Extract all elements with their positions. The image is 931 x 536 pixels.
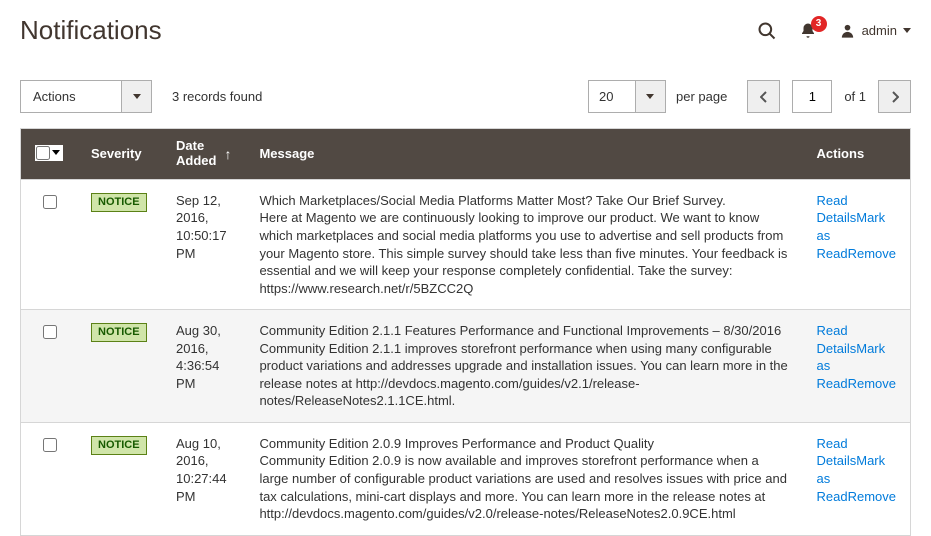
table-row: NOTICEAug 10, 2016, 10:27:44 PMCommunity… <box>21 422 911 535</box>
mass-actions-select[interactable]: Actions <box>20 80 152 113</box>
header-actions: 3 admin <box>757 21 911 41</box>
row-actions-cell: Read DetailsMark as ReadRemove <box>803 310 911 423</box>
page-size-control: 20 per page <box>588 80 727 113</box>
column-header-severity[interactable]: Severity <box>77 129 162 180</box>
table-row: NOTICE Sep 12, 2016, 10:50:17 PM Which Mar… <box>21 179 911 309</box>
chevron-right-icon <box>891 91 899 103</box>
pager: of 1 <box>747 80 911 113</box>
date-added-cell: Sep 12, 2016, 10:50:17 PM <box>162 179 245 309</box>
records-found-label: 3 records found <box>172 89 262 104</box>
column-header-actions: Actions <box>803 129 911 180</box>
read-details-link[interactable]: Read Details <box>817 323 857 356</box>
remove-link[interactable]: Remove <box>848 376 896 391</box>
read-details-link[interactable]: Read Details <box>817 436 857 469</box>
mass-actions-label: Actions <box>21 81 121 112</box>
mass-actions-dropdown-arrow <box>121 81 151 112</box>
select-all-dropdown-icon <box>52 150 60 155</box>
message-cell: Community Edition 2.0.9 Improves Perform… <box>245 422 802 535</box>
table-row: NOTICEAug 30, 2016, 4:36:54 PMCommunity … <box>21 310 911 423</box>
column-header-date-added[interactable]: Date Added ↑ <box>162 129 245 180</box>
row-select-cell <box>21 179 78 309</box>
prev-page-button[interactable] <box>747 80 780 113</box>
severity-badge: NOTICE <box>91 436 147 455</box>
message-cell: Which Marketplaces/Social Media Platform… <box>245 179 802 309</box>
search-icon <box>757 21 777 41</box>
page-header: Notifications 3 admin <box>0 0 931 52</box>
notifications-table: Severity Date Added ↑ Message Actions NO… <box>20 128 911 536</box>
current-page-input[interactable] <box>792 80 832 113</box>
remove-link[interactable]: Remove <box>848 489 896 504</box>
column-header-message[interactable]: Message <box>245 129 802 180</box>
caret-down-icon <box>133 94 141 99</box>
message-cell: Community Edition 2.1.1 Features Perform… <box>245 310 802 423</box>
column-header-select[interactable] <box>21 129 78 180</box>
page-size-dropdown-arrow <box>635 81 665 112</box>
date-added-cell: Aug 10, 2016, 10:27:44 PM <box>162 422 245 535</box>
row-select-cell <box>21 310 78 423</box>
severity-cell: NOTICE <box>77 179 162 309</box>
page-title: Notifications <box>20 15 757 46</box>
table-header-row: Severity Date Added ↑ Message Actions <box>21 129 911 180</box>
row-select-checkbox[interactable] <box>43 325 57 339</box>
message-title: Which Marketplaces/Social Media Platform… <box>259 192 788 210</box>
message-body: Here at Magento we are continuously look… <box>259 209 788 297</box>
select-all-checkbox[interactable] <box>36 146 50 160</box>
grid-toolbar: Actions 3 records found 20 per page of 1 <box>0 52 931 128</box>
message-title: Community Edition 2.1.1 Features Perform… <box>259 322 788 340</box>
user-icon <box>839 22 856 39</box>
chevron-left-icon <box>760 91 768 103</box>
page-size-select[interactable]: 20 <box>588 80 666 113</box>
severity-badge: NOTICE <box>91 323 147 342</box>
row-select-cell <box>21 422 78 535</box>
remove-link[interactable]: Remove <box>848 246 896 261</box>
read-details-link[interactable]: Read Details <box>817 193 857 226</box>
search-button[interactable] <box>757 21 777 41</box>
notifications-button[interactable]: 3 <box>799 22 817 40</box>
row-select-checkbox[interactable] <box>43 195 57 209</box>
page-size-value: 20 <box>589 81 635 112</box>
next-page-button[interactable] <box>878 80 911 113</box>
severity-cell: NOTICE <box>77 310 162 423</box>
sort-ascending-icon: ↑ <box>224 146 231 162</box>
user-menu[interactable]: admin <box>839 22 911 39</box>
caret-down-icon <box>646 94 654 99</box>
row-actions-cell: Read DetailsMark as ReadRemove <box>803 422 911 535</box>
page-total-label: of 1 <box>844 89 866 104</box>
message-body: Community Edition 2.1.1 improves storefr… <box>259 340 788 410</box>
row-actions-cell: Read DetailsMark as ReadRemove <box>803 179 911 309</box>
date-added-cell: Aug 30, 2016, 4:36:54 PM <box>162 310 245 423</box>
severity-cell: NOTICE <box>77 422 162 535</box>
per-page-label: per page <box>676 89 727 104</box>
row-select-checkbox[interactable] <box>43 438 57 452</box>
notification-count-badge: 3 <box>811 16 827 32</box>
chevron-down-icon <box>903 28 911 33</box>
message-title: Community Edition 2.0.9 Improves Perform… <box>259 435 788 453</box>
severity-badge: NOTICE <box>91 193 147 212</box>
user-name-label: admin <box>862 23 897 38</box>
message-body: Community Edition 2.0.9 is now available… <box>259 452 788 522</box>
